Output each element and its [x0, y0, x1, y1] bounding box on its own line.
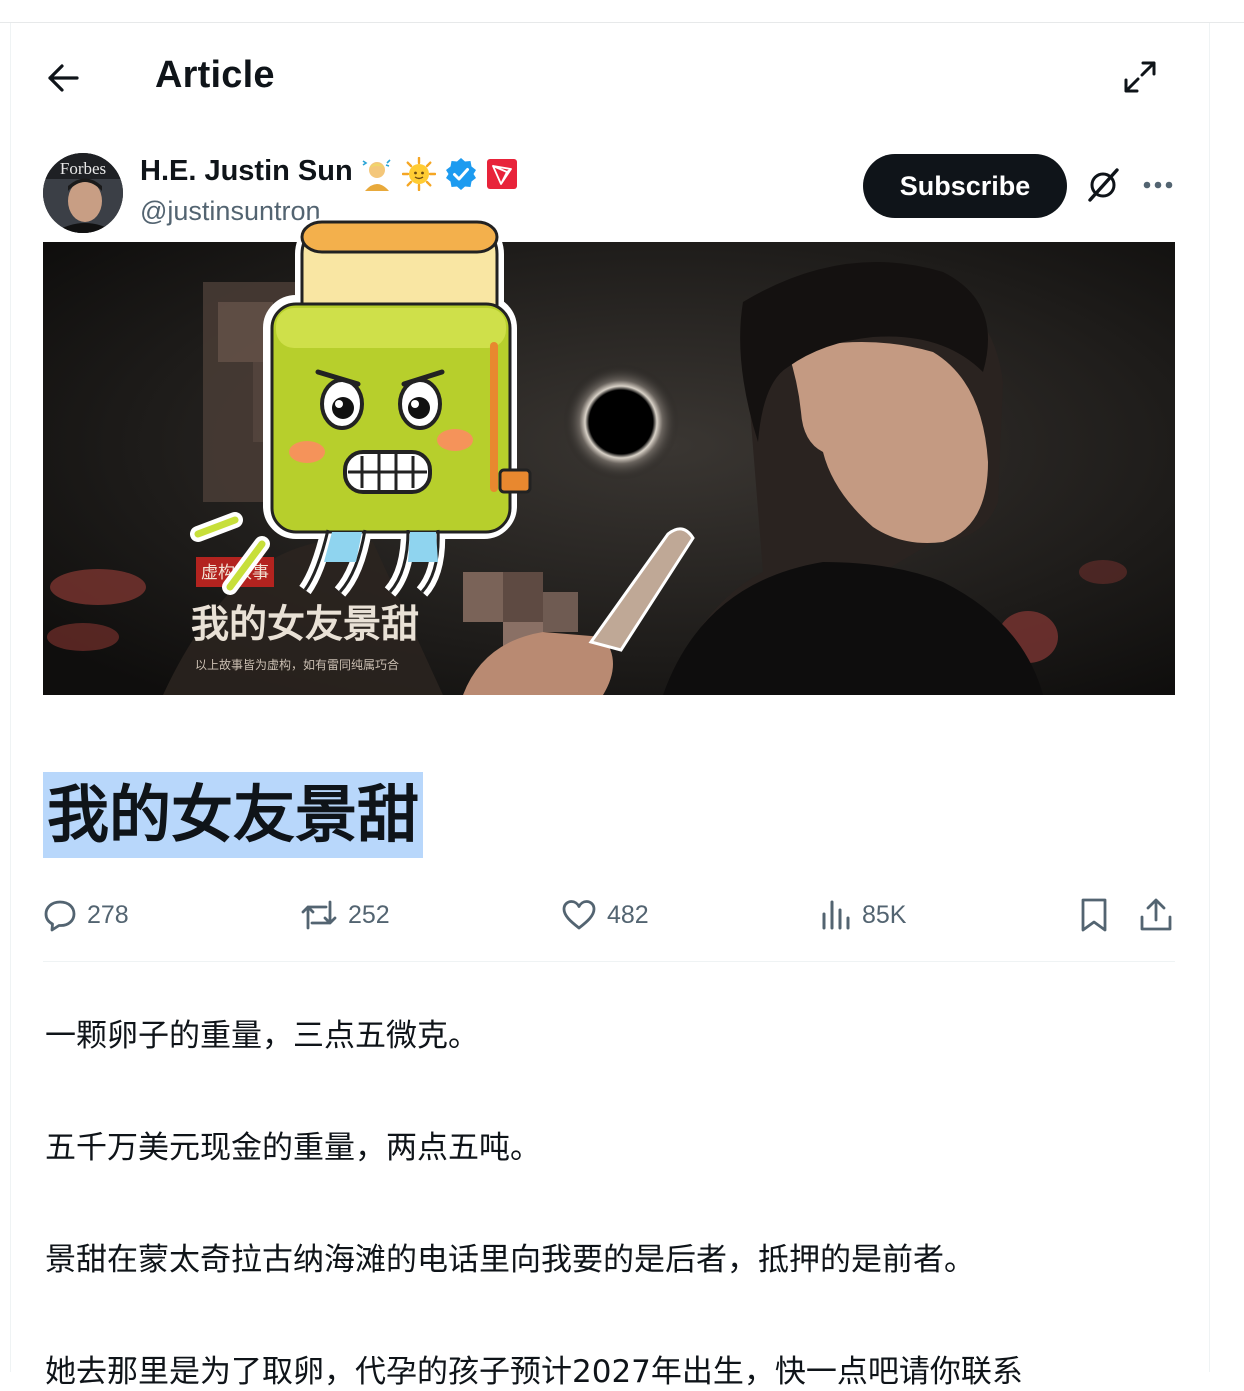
grok-icon [1088, 168, 1119, 202]
sun-emoji-icon [402, 157, 436, 191]
like-count: 482 [607, 900, 649, 929]
heart-icon [562, 900, 596, 930]
article-title: 我的女友景甜 [43, 772, 424, 858]
back-button[interactable] [40, 55, 86, 101]
bookmark-icon [1081, 898, 1107, 932]
page-title: Article [155, 54, 275, 96]
repost-icon [301, 900, 337, 930]
divider [43, 961, 1175, 962]
article-paragraph: 一颗卵子的重量，三点五微克。 [45, 1018, 479, 1054]
cover-caption-text: 以上故事皆为虚构，如有雷同纯属巧合 [195, 657, 399, 672]
expand-icon [1124, 61, 1156, 93]
article-paragraph: 她去那里是为了取卵，代孕的孩子预计2027年出生，快一点吧请你联系 [45, 1354, 1023, 1390]
tron-logo-icon [487, 159, 517, 189]
bookmark-button[interactable] [1078, 893, 1110, 937]
more-options-button[interactable] [1136, 162, 1180, 208]
share-button[interactable] [1138, 893, 1174, 937]
analytics-icon [822, 900, 850, 930]
reply-icon [44, 900, 76, 932]
grok-button[interactable] [1080, 162, 1126, 208]
article-paragraph: 景甜在蒙太奇拉古纳海滩的电话里向我要的是后者，抵押的是前者。 [45, 1242, 975, 1278]
person-emoji-icon [362, 159, 391, 191]
more-horizontal-icon [1143, 181, 1173, 189]
reply-count: 278 [87, 900, 129, 929]
author-name[interactable]: H.E. Justin Sun [140, 155, 353, 188]
toaster-sticker-image [190, 215, 532, 597]
expand-button[interactable] [1118, 55, 1162, 99]
avatar-forbes-text: Forbes [60, 159, 106, 178]
arrow-left-icon [48, 64, 79, 92]
avatar-photo: Forbes [43, 153, 123, 233]
repost-count: 252 [348, 900, 390, 929]
avatar[interactable]: Forbes [43, 153, 123, 233]
verified-badge-icon [446, 158, 476, 190]
reply-button[interactable]: 278 [43, 893, 129, 937]
name-badges [360, 157, 518, 191]
views-count: 85K [862, 900, 907, 929]
like-button[interactable]: 482 [561, 893, 649, 937]
views-button[interactable]: 85K [820, 893, 906, 937]
article-paragraph: 五千万美元现金的重量，两点五吨。 [45, 1130, 541, 1166]
share-icon [1140, 898, 1172, 931]
repost-button[interactable]: 252 [300, 893, 390, 937]
subscribe-button[interactable]: Subscribe [863, 154, 1067, 218]
